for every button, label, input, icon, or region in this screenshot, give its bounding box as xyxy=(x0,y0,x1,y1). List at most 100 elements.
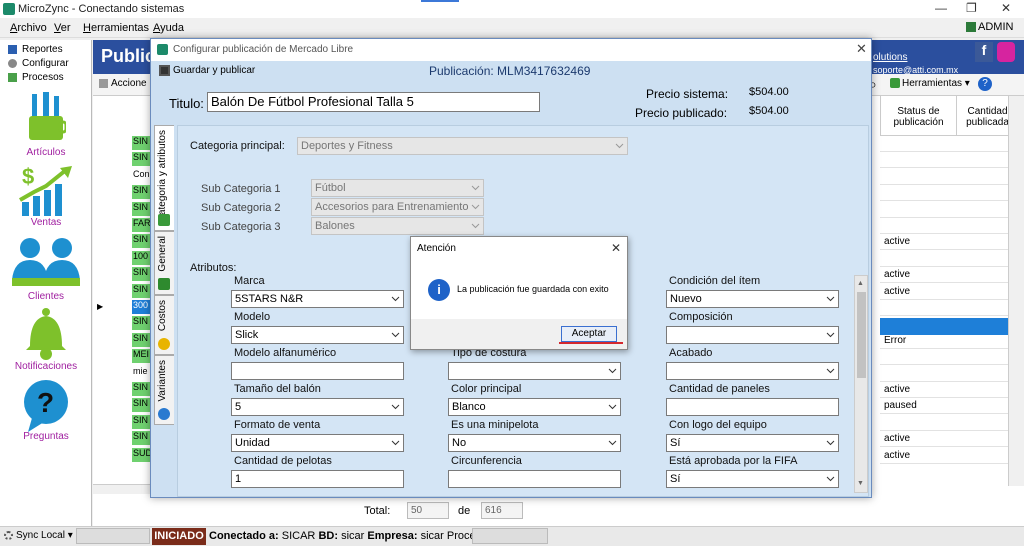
solutions-link[interactable]: olutions xyxy=(873,52,907,63)
categoria-principal-select[interactable]: Deportes y Fitness xyxy=(297,137,628,155)
sub1-select[interactable]: Fútbol xyxy=(311,179,484,197)
menu-herramientas[interactable]: Herramientas xyxy=(83,22,149,34)
sync-local-button[interactable]: Sync Local ▾ xyxy=(4,530,73,541)
chevron-down-icon xyxy=(826,366,835,375)
formato-label: Formato de venta xyxy=(234,419,321,431)
titulo-input[interactable]: Balón De Fútbol Profesional Talla 5 xyxy=(207,92,540,112)
tab-costos[interactable]: Costos xyxy=(154,295,174,355)
facebook-icon[interactable]: f xyxy=(975,42,993,62)
grid-scrollbar[interactable] xyxy=(1008,96,1024,486)
menu-ayuda[interactable]: Ayuda xyxy=(153,22,184,34)
status-bar: Sync Local ▾ INICIADO Conectado a: SICAR… xyxy=(0,526,1024,546)
sidebar: Reportes Configurar Procesos Artículos $… xyxy=(0,40,92,526)
circunferencia-label: Circunferencia xyxy=(451,455,522,467)
info-icon: i xyxy=(428,279,450,301)
title-accent xyxy=(421,0,459,2)
paneles-input[interactable] xyxy=(666,398,839,416)
nav-reportes[interactable]: Reportes xyxy=(8,44,63,55)
conectado-label: Conectado a: xyxy=(209,530,279,542)
alert-message: La publicación fue guardada con exito xyxy=(457,284,609,294)
tab-variantes[interactable]: Variantes xyxy=(154,355,174,425)
herramientas-button[interactable]: Herramientas ▾ xyxy=(890,78,970,89)
chevron-down-icon xyxy=(608,402,617,411)
sidebar-item-preguntas[interactable]: ? Preguntas xyxy=(0,378,92,442)
minipelota-label: Es una minipelota xyxy=(451,419,539,431)
accept-button[interactable]: Aceptar xyxy=(561,326,617,342)
row-divider xyxy=(880,364,1008,365)
save-publish-button[interactable]: Guardar y publicar xyxy=(159,65,255,76)
alert-title: Atención xyxy=(417,243,456,254)
precio-sistema-label: Precio sistema: xyxy=(646,87,729,101)
precio-publicado-label: Precio publicado: xyxy=(635,106,728,120)
logo-select[interactable]: Sí xyxy=(666,434,839,452)
logo-label: Con logo del equipo xyxy=(669,419,767,431)
svg-text:$: $ xyxy=(22,164,34,189)
dialog-close-icon[interactable]: ✕ xyxy=(856,41,867,57)
grid-hscroll[interactable] xyxy=(93,484,150,494)
alfanumerico-input[interactable] xyxy=(231,362,404,380)
table-row-status: active xyxy=(884,286,911,297)
formato-select[interactable]: Unidad xyxy=(231,434,404,452)
sub2-select[interactable]: Accesorios para Entrenamiento xyxy=(311,198,484,216)
nav-procesos[interactable]: Procesos xyxy=(8,72,64,83)
chevron-down-icon xyxy=(826,474,835,483)
composicion-select[interactable] xyxy=(666,326,839,344)
col-status-header[interactable]: Status de publicación xyxy=(880,96,956,136)
sidebar-item-notificaciones[interactable]: Notificaciones xyxy=(0,306,92,372)
sidebar-label: Artículos xyxy=(26,147,66,158)
color-select[interactable]: Blanco xyxy=(448,398,621,416)
row-divider xyxy=(880,446,1008,447)
sidebar-label: Clientes xyxy=(27,291,65,302)
tipo-costura-select[interactable] xyxy=(448,362,621,380)
menu-ver[interactable]: Ver xyxy=(54,22,71,34)
close-icon[interactable]: ✕ xyxy=(1001,1,1011,15)
tab-categoria-atributos[interactable]: Categoria y atributos xyxy=(154,125,174,231)
nav-configurar[interactable]: Configurar xyxy=(8,58,69,69)
scroll-up-icon[interactable]: ▲ xyxy=(857,280,864,287)
help-icon[interactable]: ? xyxy=(978,77,992,91)
sub3-select[interactable]: Balones xyxy=(311,217,484,235)
sidebar-item-articulos[interactable]: Artículos xyxy=(0,92,92,158)
sidebar-item-ventas[interactable]: $ Ventas xyxy=(0,164,92,228)
table-row-status: Error xyxy=(884,335,907,346)
minipelota-select[interactable]: No xyxy=(448,434,621,452)
page-title: Public xyxy=(101,46,156,66)
logo-value: Sí xyxy=(670,437,681,449)
condicion-select[interactable]: Nuevo xyxy=(666,290,839,308)
circunferencia-input[interactable] xyxy=(448,470,621,488)
chevron-down-icon xyxy=(826,294,835,303)
row-divider xyxy=(880,397,1008,398)
alfanumerico-label: Modelo alfanumérico xyxy=(234,347,337,359)
app-logo-icon xyxy=(3,3,15,15)
chevron-down-icon xyxy=(391,402,400,411)
de-label: de xyxy=(458,505,471,517)
table-row-status: paused xyxy=(884,400,917,411)
scroll-thumb[interactable] xyxy=(857,292,866,378)
acciones-button[interactable]: Accione xyxy=(99,78,147,89)
instagram-icon[interactable] xyxy=(997,42,1015,62)
row-divider xyxy=(880,413,1008,414)
admin-user[interactable]: ADMIN xyxy=(966,21,1013,33)
sidebar-item-clientes[interactable]: Clientes xyxy=(0,236,92,302)
empresa-label: Empresa: xyxy=(367,530,418,542)
sales-chart-icon: $ xyxy=(19,164,72,216)
sync-label: Sync Local xyxy=(16,530,65,541)
fifa-select[interactable]: Sí xyxy=(666,470,839,488)
marca-select[interactable]: 5STARS N&R xyxy=(231,290,404,308)
modelo-select[interactable]: Slick xyxy=(231,326,404,344)
scroll-down-icon[interactable]: ▼ xyxy=(857,480,864,487)
restore-icon[interactable]: ❐ xyxy=(966,1,977,15)
tamano-select[interactable]: 5 xyxy=(231,398,404,416)
tab-general[interactable]: General xyxy=(154,231,174,295)
acabado-select[interactable] xyxy=(666,362,839,380)
row-divider xyxy=(880,315,1008,316)
modelo-value: Slick xyxy=(235,329,259,341)
cantidad-pelotas-input[interactable]: 1 xyxy=(231,470,404,488)
precio-sistema-value: $504.00 xyxy=(749,86,789,98)
menu-archivo[interactable]: Archivo xyxy=(10,22,47,34)
attributes-scrollbar[interactable]: ▲ ▼ xyxy=(854,275,868,493)
minimize-icon[interactable]: — xyxy=(935,1,947,15)
alert-close-icon[interactable]: ✕ xyxy=(611,241,621,255)
nav-label: Procesos xyxy=(22,72,64,83)
category-tab-icon xyxy=(158,214,170,226)
